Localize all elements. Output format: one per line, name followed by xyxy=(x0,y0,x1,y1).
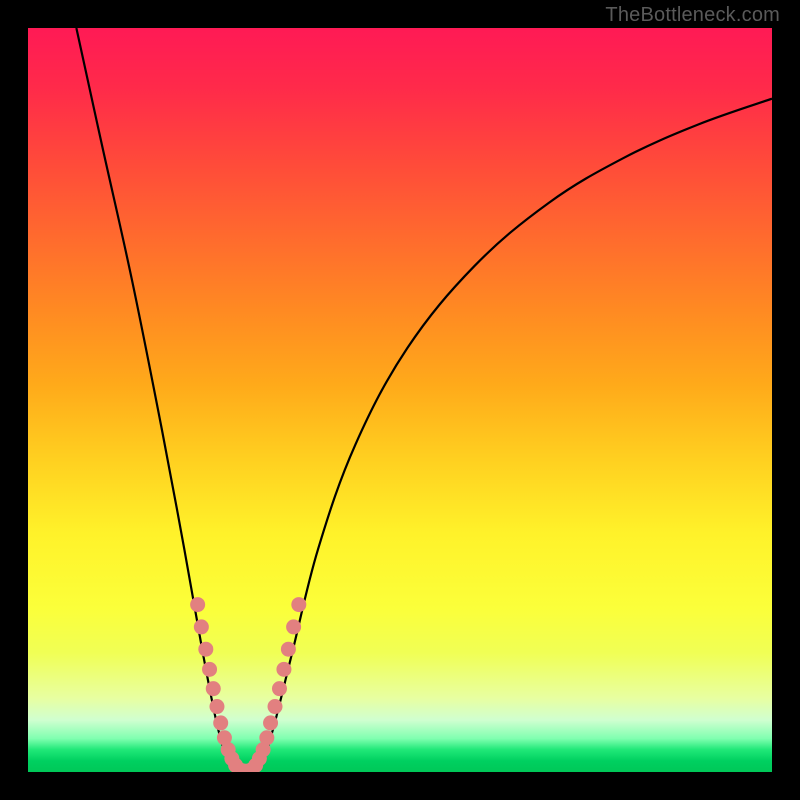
bottleneck-curve xyxy=(251,99,772,771)
data-marker xyxy=(202,662,217,677)
data-marker xyxy=(194,619,209,634)
data-marker xyxy=(291,597,306,612)
bottleneck-curve xyxy=(76,28,240,771)
data-marker xyxy=(272,681,287,696)
data-marker xyxy=(286,619,301,634)
data-marker xyxy=(206,681,221,696)
data-marker xyxy=(268,699,283,714)
data-marker xyxy=(276,662,291,677)
curve-layer xyxy=(28,28,772,772)
data-marker xyxy=(259,730,274,745)
data-marker xyxy=(263,715,278,730)
data-marker xyxy=(209,699,224,714)
data-marker xyxy=(198,642,213,657)
data-marker xyxy=(213,715,228,730)
data-marker xyxy=(190,597,205,612)
data-marker xyxy=(281,642,296,657)
watermark-text: TheBottleneck.com xyxy=(605,4,780,27)
